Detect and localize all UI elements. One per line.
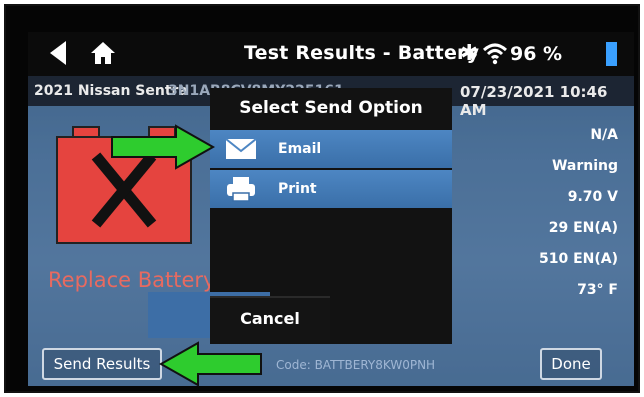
battery-percent: 96 % xyxy=(510,43,563,65)
print-option-label: Print xyxy=(278,181,317,197)
title-bar: Test Results - Battery ✱ 96 % xyxy=(28,32,634,76)
device-battery-icon xyxy=(606,42,617,66)
test-datetime: 07/23/2021 10:46 AM xyxy=(460,83,608,119)
cancel-button[interactable]: Cancel xyxy=(210,296,330,340)
back-arrow-icon[interactable] xyxy=(50,41,66,65)
annotation-arrow-email xyxy=(111,124,216,170)
wifi-icon xyxy=(482,43,508,65)
test-code: Code: BATTBERY8KW0PNH xyxy=(276,358,436,372)
reading-value: 73° F xyxy=(577,282,618,298)
send-results-button[interactable]: Send Results xyxy=(42,348,162,380)
device-screen: Test Results - Battery ✱ 96 % 2021 Nissa… xyxy=(28,32,634,386)
page-title: Test Results - Battery xyxy=(244,42,480,64)
reading-value: N/A xyxy=(590,127,618,143)
reading-value: Warning xyxy=(551,158,618,174)
reading-value: 9.70 V xyxy=(567,189,618,205)
annotation-arrow-send xyxy=(158,341,262,387)
result-status: Replace Battery xyxy=(48,268,216,292)
print-option[interactable]: Print xyxy=(210,170,452,208)
home-icon[interactable] xyxy=(90,40,116,66)
done-button[interactable]: Done xyxy=(540,348,602,380)
reading-value: 510 EN(A) xyxy=(538,251,618,267)
reading-value: 29 EN(A) xyxy=(548,220,618,236)
vehicle-name: 2021 Nissan Sentra xyxy=(34,83,188,99)
readings-list: N/A Warning 9.70 V 29 EN(A) 510 EN(A) 73… xyxy=(518,120,618,306)
envelope-icon xyxy=(225,138,257,159)
dialog-title: Select Send Option xyxy=(239,98,423,118)
printer-icon xyxy=(227,177,255,202)
email-option[interactable]: Email xyxy=(210,130,452,168)
device-photo-frame: Test Results - Battery ✱ 96 % 2021 Nissa… xyxy=(4,4,640,393)
email-option-label: Email xyxy=(278,141,322,157)
bluetooth-icon: ✱ xyxy=(460,41,479,66)
